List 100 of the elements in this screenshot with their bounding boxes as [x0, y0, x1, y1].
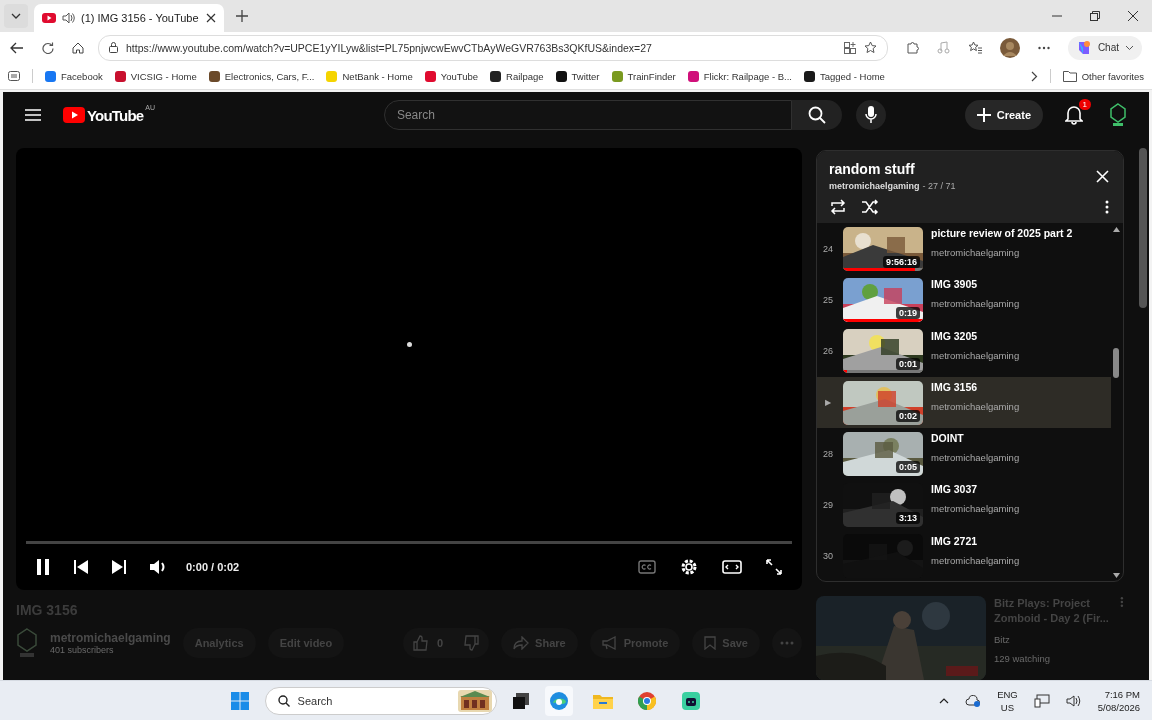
loading-icon — [406, 342, 412, 347]
menu-icon[interactable] — [25, 109, 41, 121]
playlist-position: - 27 / 71 — [922, 181, 956, 191]
search-field[interactable]: Search — [383, 100, 792, 130]
tab-list-button[interactable] — [4, 4, 28, 28]
item-index: 28 — [822, 448, 834, 459]
scrollbar-thumb[interactable] — [1139, 148, 1147, 308]
playlist-item[interactable]: 24 9:56:16 picture review of 2025 part 2 metromichaelgaming — [817, 223, 1111, 275]
close-icon[interactable] — [1128, 11, 1138, 21]
item-title: IMG 3037 — [931, 483, 979, 496]
playlist-item[interactable]: ▶ 0:02 IMG 3156 metromichaelgaming — [817, 376, 1111, 429]
playlist-item[interactable]: 26 0:01 IMG 3205 metromichaelgaming — [817, 325, 1111, 377]
language-label[interactable]: ENG — [997, 688, 1018, 700]
clock-date[interactable]: 5/08/2026 — [1097, 701, 1140, 713]
more-icon[interactable] — [1105, 200, 1109, 214]
playlist-owner[interactable]: metromichaelgaming — [829, 181, 920, 191]
volume-icon[interactable] — [1065, 693, 1082, 708]
avatar-icon[interactable] — [999, 37, 1020, 58]
new-tab-icon[interactable] — [236, 10, 248, 22]
item-channel: metromichaelgaming — [931, 349, 1020, 361]
scroll-down-icon[interactable] — [1112, 573, 1120, 579]
bookmark-link[interactable]: YouTube — [424, 70, 479, 82]
bookmark-link[interactable]: Electronics, Cars, F... — [208, 70, 315, 82]
scrollbar-thumb[interactable] — [1113, 347, 1119, 378]
clock-time[interactable]: 7:16 PM — [1104, 688, 1140, 700]
chevron-right-icon[interactable] — [1030, 70, 1038, 82]
back-icon[interactable] — [10, 41, 24, 54]
search-button[interactable] — [791, 100, 842, 130]
restore-icon[interactable] — [1090, 11, 1100, 21]
theater-mode-icon[interactable] — [722, 560, 742, 574]
other-favorites-link[interactable]: Other favorites — [1062, 70, 1144, 82]
item-channel: metromichaelgaming — [931, 452, 1020, 464]
favorites-icon[interactable] — [967, 41, 982, 54]
more-icon[interactable] — [1037, 45, 1050, 50]
lock-icon — [109, 42, 118, 53]
playlist-item[interactable]: 28 0:05 DOINT metromichaelgaming — [817, 428, 1111, 480]
task-view-icon[interactable] — [512, 692, 529, 709]
settings-icon[interactable] — [680, 558, 698, 576]
item-index: 24 — [822, 243, 834, 254]
channel-avatar-icon[interactable] — [1109, 103, 1127, 127]
bookmark-link[interactable]: Facebook — [45, 70, 103, 82]
cloud-icon[interactable] — [965, 693, 982, 708]
taskbar-search-field[interactable]: Search — [264, 686, 497, 715]
tab-actions-icon[interactable] — [8, 71, 20, 81]
pause-icon[interactable] — [36, 559, 50, 575]
address-field[interactable]: https://www.youtube.com/watch?v=UPCE1yYILyw&list=PL75pnjwcwEwvCTbAyWeGVR763Bs3QKfUS&index=27 — [98, 34, 888, 61]
refresh-icon[interactable] — [42, 41, 54, 54]
playlist-item[interactable]: 30 IMG 2721 metromichaelgaming — [817, 530, 1111, 581]
bookmark-link[interactable]: NetBank - Home — [326, 70, 413, 82]
item-channel: metromichaelgaming — [931, 554, 1020, 566]
app-icon[interactable] — [681, 691, 700, 710]
scroll-up-icon[interactable] — [1112, 227, 1120, 232]
edge-browser-icon[interactable] — [548, 690, 569, 711]
bookmark-link[interactable]: TrainFinder — [611, 70, 676, 82]
bookmark-link[interactable]: Tagged - Home — [803, 70, 885, 82]
logo-text[interactable]: YouTube — [87, 106, 144, 124]
windows-start-icon[interactable] — [230, 691, 249, 710]
puzzle-icon[interactable] — [905, 41, 919, 54]
megaphone-icon — [601, 636, 618, 650]
item-index: 26 — [822, 346, 834, 357]
search-icon — [807, 106, 826, 124]
youtube-logo-icon[interactable] — [63, 107, 85, 123]
bookmark-link[interactable]: Flickr: Railpage - B... — [687, 70, 792, 82]
video-player[interactable]: 0:00 / 0:02 — [16, 148, 802, 590]
browser-tab[interactable]: (1) IMG 3156 - YouTube — [34, 4, 224, 32]
create-button[interactable]: Create — [964, 100, 1043, 130]
plus-icon — [976, 108, 991, 122]
microphone-button[interactable] — [855, 100, 886, 130]
item-index: ▶ — [824, 398, 832, 408]
region-label[interactable]: US — [1000, 701, 1015, 713]
thumbs-up-icon — [412, 635, 429, 651]
playlist-item[interactable]: 29 3:13 IMG 3037 metromichaelgaming — [817, 479, 1111, 531]
network-icon[interactable] — [1033, 693, 1050, 708]
home-icon[interactable] — [72, 41, 84, 54]
loop-icon[interactable] — [829, 199, 847, 215]
fullscreen-icon[interactable] — [766, 559, 782, 575]
search-icon — [277, 694, 290, 707]
item-index: 25 — [822, 294, 834, 305]
chrome-icon[interactable] — [637, 691, 656, 710]
chat-button[interactable]: Chat — [1067, 35, 1142, 60]
viewer-count: 129 watching — [994, 653, 1051, 664]
next-icon[interactable] — [112, 560, 126, 574]
bookmark-link[interactable]: Twitter — [555, 70, 600, 82]
folder-icon[interactable] — [592, 692, 613, 709]
shuffle-icon[interactable] — [861, 199, 879, 215]
item-title: IMG 3205 — [931, 329, 979, 342]
bookmark-link[interactable]: VICSIG - Home — [114, 70, 197, 82]
bookmark-link[interactable]: Railpage — [490, 70, 544, 82]
previous-icon[interactable] — [74, 560, 88, 574]
subscriber-count: 401 subscribers — [50, 645, 115, 655]
bell-icon[interactable] — [1065, 105, 1083, 125]
item-channel: metromichaelgaming — [931, 400, 1020, 412]
tab-title: (1) IMG 3156 - YouTube — [81, 12, 200, 24]
playlist-item[interactable]: 25 0:19 IMG 3905 metromichaelgaming — [817, 274, 1111, 326]
chevron-up-icon[interactable] — [939, 697, 950, 704]
playlist-title[interactable]: random stuff — [829, 161, 956, 177]
star-icon[interactable] — [863, 41, 877, 54]
chevron-down-icon — [1125, 43, 1134, 52]
close-icon[interactable] — [206, 13, 216, 23]
captions-icon[interactable] — [638, 560, 656, 574]
